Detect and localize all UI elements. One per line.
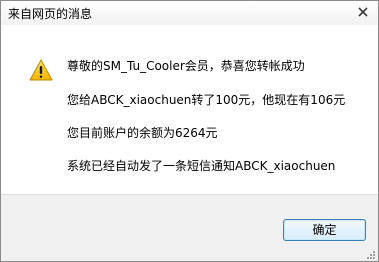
warning-icon: [29, 59, 53, 81]
resize-grip-icon[interactable]: [366, 250, 376, 260]
ok-button[interactable]: 确定: [283, 219, 366, 241]
alert-dialog: 来自网页的消息 尊敬的SM_Tu_Cooler会员，恭喜您转帐成功 您给ABCK…: [0, 0, 379, 262]
message-line-2: 您给ABCK_xiaochuen转了100元，他现在有106元: [67, 93, 346, 107]
close-icon: [358, 7, 368, 17]
message-line-4: 系统已经自动发了一条短信通知ABCK_xiaochuen: [67, 159, 336, 173]
button-bar: 确定: [1, 194, 378, 261]
message-line-3: 您目前账户的余额为6264元: [67, 126, 218, 140]
message-line-1: 尊敬的SM_Tu_Cooler会员，恭喜您转帐成功: [67, 59, 305, 73]
close-button[interactable]: [354, 3, 372, 21]
title-bar[interactable]: 来自网页的消息: [1, 1, 378, 25]
message-area: 尊敬的SM_Tu_Cooler会员，恭喜您转帐成功 您给ABCK_xiaochu…: [1, 25, 378, 194]
dialog-title: 来自网页的消息: [8, 7, 93, 21]
